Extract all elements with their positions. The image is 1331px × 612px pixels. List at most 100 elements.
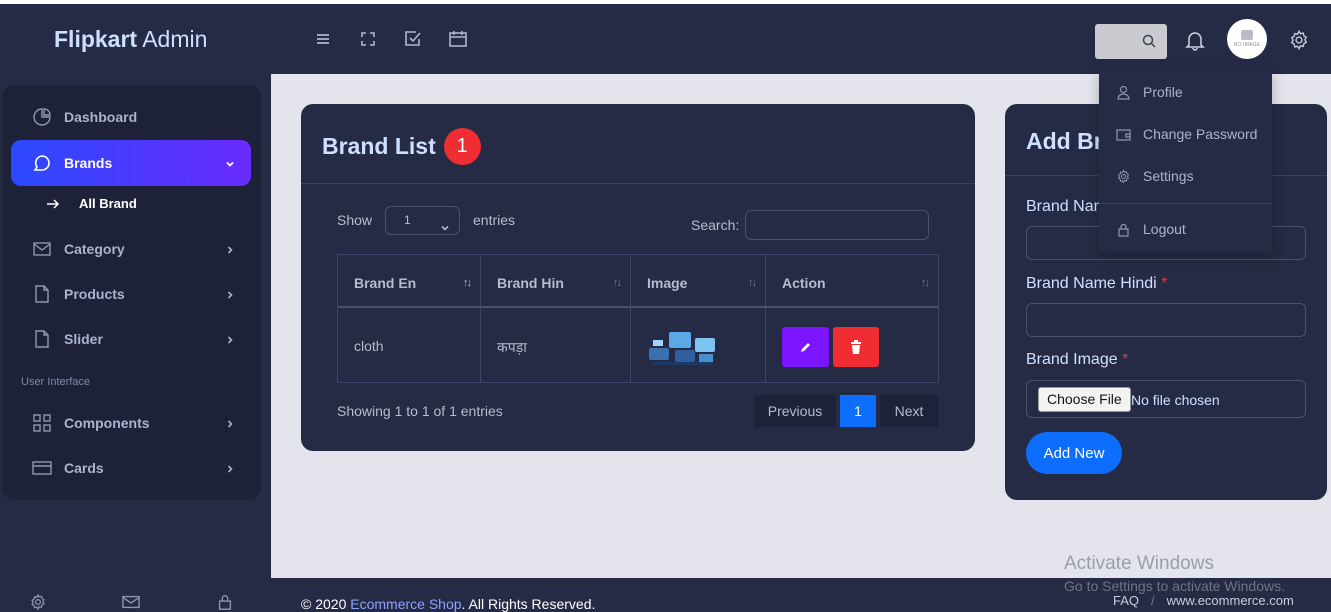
gear-icon[interactable] [29,593,47,611]
divider [301,183,975,184]
faq-link[interactable]: FAQ [1113,593,1139,608]
entries-per-page-select[interactable]: 1 [385,206,460,235]
copyright-text: © 2020 Ecommerce Shop. All Rights Reserv… [301,596,596,612]
dropdown-item-profile[interactable]: Profile [1116,84,1183,100]
pencil-icon [800,343,810,352]
next-page-button[interactable]: Next [880,395,938,427]
sidebar-item-label: Components [64,415,150,431]
page-1-button[interactable]: 1 [840,395,876,427]
chevron-right-icon [224,417,236,429]
add-new-button[interactable]: Add New [1026,432,1122,474]
avatar[interactable]: NO IMAGE [1227,19,1267,59]
fullscreen-icon[interactable] [358,29,378,49]
sidebar-item-components[interactable]: Components [2,401,261,445]
pie-chart-icon [32,107,52,127]
edit-button[interactable] [782,327,829,367]
sidebar-item-brands[interactable]: Brands [11,140,251,186]
show-label: Show [337,212,373,228]
sort-icon: ↑↓ [613,277,622,289]
brand-list-card: Brand List 1 Show 1 entries Search: Bran… [301,104,975,451]
user-icon [1116,85,1131,100]
file-icon [32,284,52,304]
sidebar-item-label: Slider [64,331,103,347]
brand-name-hindi-input[interactable] [1026,303,1306,337]
choose-file-button[interactable]: Choose File [1038,387,1131,412]
windows-activation-watermark: Activate Windows [1064,553,1214,574]
sidebar-item-label: Category [64,241,125,257]
sidebar: Dashboard Brands All Brand Category Prod… [2,85,261,500]
search-label: Search: [691,217,740,233]
sidebar-subitem-all-brand[interactable]: All Brand [46,196,137,211]
pagination: Previous 1 Next [754,395,938,427]
column-header-brand-en[interactable]: Brand En ↑↓ [338,255,481,308]
sort-icon: ↑↓ [748,277,757,289]
sidebar-item-label: Brands [64,155,113,171]
profile-dropdown-menu: Profile Change Password Settings Logout [1099,70,1272,253]
dropdown-divider [1099,203,1272,204]
entries-label: entries [473,212,516,228]
table-search-input[interactable] [745,210,929,240]
brand-list-title: Brand List [322,133,436,159]
site-link[interactable]: www.ecommerce.com [1167,593,1294,608]
arrow-right-icon [46,197,60,211]
brand-name-en-label: Brand Nan [1026,198,1103,215]
chevron-down-icon [440,216,450,231]
bell-icon[interactable] [1184,29,1206,51]
top-navbar: Flipkart Admin NO IMAGE [0,4,1331,74]
chevron-right-icon [224,288,236,300]
dropdown-item-change-password[interactable]: Change Password [1116,126,1257,142]
app-logo[interactable]: Flipkart Admin [54,26,207,53]
chevron-right-icon [224,333,236,345]
brand-table: Brand En ↑↓ Brand Hin ↑↓ Image ↑↓ Action ↑↓ … [337,254,939,383]
trash-icon [851,340,861,354]
sidebar-item-products[interactable]: Products [2,272,261,316]
image-placeholder-icon [1241,30,1253,40]
sort-icon: ↑↓ [921,277,930,289]
table-cell: कपड़ा [481,308,631,383]
chevron-down-icon [224,157,236,169]
lock-icon [1116,222,1131,237]
column-header-brand-hin[interactable]: Brand Hin ↑↓ [481,255,631,308]
search-icon [1141,33,1157,49]
sidebar-item-slider[interactable]: Slider [2,317,261,361]
table-cell [766,308,938,383]
footer-shop-link[interactable]: Ecommerce Shop [350,596,461,612]
column-header-image[interactable]: Image ↑↓ [631,255,766,308]
table-info: Showing 1 to 1 of 1 entries [337,403,503,419]
table-cell [631,308,766,383]
sidebar-item-label: Cards [64,460,104,476]
sidebar-item-label: Products [64,286,125,302]
brand-thumbnail [649,332,715,365]
chat-icon [32,153,52,173]
checkbox-icon[interactable] [403,29,423,49]
footer-links: FAQ / www.ecommerce.com [1113,593,1294,608]
menu-icon[interactable] [313,29,333,49]
mail-icon [32,239,52,259]
sidebar-item-dashboard[interactable]: Dashboard [2,95,261,139]
delete-button[interactable] [833,327,879,367]
sidebar-item-label: Dashboard [64,109,138,125]
brand-image-file-input: Choose File No file chosen [1026,380,1306,418]
windows-activation-subtitle: Go to Settings to activate Windows. [1064,578,1285,594]
card-icon [32,458,52,478]
calendar-icon[interactable] [448,29,468,49]
chevron-right-icon [224,462,236,474]
gear-icon[interactable] [1288,29,1310,51]
top-search-input[interactable] [1095,24,1167,59]
gear-icon [1116,169,1131,184]
sidebar-item-cards[interactable]: Cards [2,446,261,490]
brand-name-hindi-label: Brand Name Hindi * [1026,275,1168,292]
file-status-text: No file chosen [1131,392,1220,408]
grid-icon [32,413,52,433]
mail-icon[interactable] [122,593,140,611]
brand-image-label: Brand Image * [1026,351,1129,368]
dropdown-item-logout[interactable]: Logout [1116,221,1186,237]
column-header-action[interactable]: Action ↑↓ [766,255,938,308]
previous-page-button[interactable]: Previous [754,395,836,427]
dropdown-item-settings[interactable]: Settings [1116,168,1194,184]
lock-icon[interactable] [216,593,234,611]
file-icon [32,329,52,349]
wallet-icon [1116,127,1131,142]
sidebar-item-category[interactable]: Category [2,227,261,271]
table-cell: cloth [338,308,481,383]
